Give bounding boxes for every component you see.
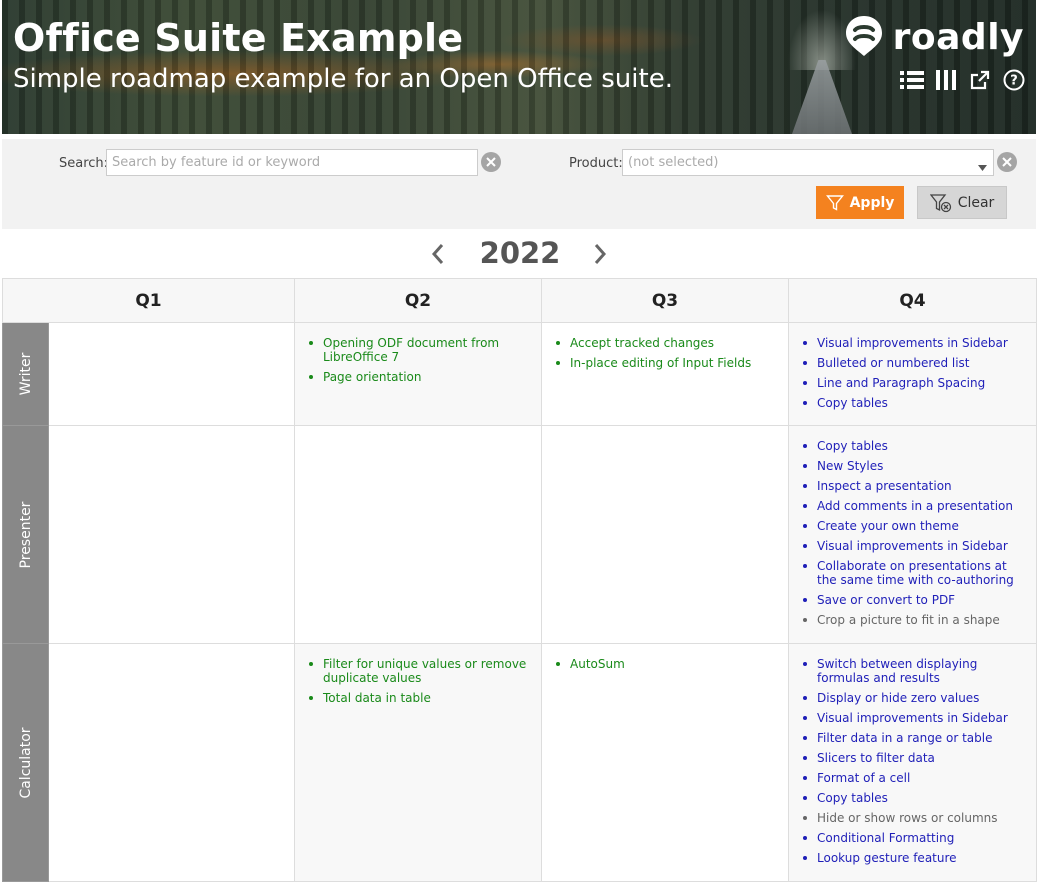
feature-item[interactable]: Inspect a presentation [803,479,1024,493]
roadmap-cell-q1 [48,643,295,882]
page-title: Office Suite Example [13,16,464,60]
header-banner: Office Suite Example Simple roadmap exam… [2,0,1036,134]
external-link-icon[interactable] [968,68,992,92]
dropdown-arrow-icon [978,160,987,175]
feature-item[interactable]: In-place editing of Input Fields [556,356,776,370]
feature-item[interactable]: Opening ODF document from LibreOffice 7 [309,336,529,364]
feature-item[interactable]: New Styles [803,459,1024,473]
feature-item[interactable]: Format of a cell [803,771,1024,785]
previous-year-button[interactable] [428,242,448,266]
search-label: Search: [59,156,109,171]
feature-item[interactable]: Switch between displaying formulas and r… [803,657,1024,685]
product-row-header: Calculator [2,643,49,882]
product-name-label: Presenter [17,501,34,568]
product-row-header: Presenter [2,425,49,644]
feature-item[interactable]: Create your own theme [803,519,1024,533]
feature-item[interactable]: Total data in table [309,691,529,705]
feature-item[interactable]: Visual improvements in Sidebar [803,539,1024,553]
feature-item[interactable]: AutoSum [556,657,776,671]
feature-item[interactable]: Lookup gesture feature [803,851,1024,865]
filter-icon [825,194,844,211]
feature-list: Copy tables New Styles Inspect a presentat… [789,426,1036,627]
apply-button-label: Apply [849,194,895,211]
clear-button[interactable]: Clear [917,186,1007,219]
year-navigation: 2022 [0,236,1038,276]
feature-list: Accept tracked changes In-place editing o… [542,323,788,370]
feature-item[interactable]: Filter for unique values or remove dupli… [309,657,529,685]
product-select[interactable]: (not selected) [622,149,994,176]
quarter-header-q2: Q2 [294,278,542,323]
feature-item[interactable]: Filter data in a range or table [803,731,1024,745]
product-row-header: Writer [2,322,49,426]
quarter-header-row: Q1 Q2 Q3 Q4 [2,278,1037,323]
quarter-header-q1: Q1 [2,278,295,323]
feature-item[interactable]: Accept tracked changes [556,336,776,350]
svg-text:?: ? [1010,74,1018,89]
close-icon [1002,157,1012,167]
feature-list: Visual improvements in Sidebar Bulleted o… [789,323,1036,410]
product-row-calculator: Calculator Filter for unique values or re… [2,643,1037,882]
roadmap-cell-q4: Switch between displaying formulas and r… [788,643,1037,882]
feature-item[interactable]: Collaborate on presentations at the same… [803,559,1024,587]
feature-list: Opening ODF document from LibreOffice 7 P… [295,323,541,384]
roadmap-cell-q4: Visual improvements in Sidebar Bulleted o… [788,322,1037,426]
chevron-right-icon [594,244,607,264]
roadmap-cell-q3: AutoSum [541,643,789,882]
feature-item[interactable]: Copy tables [803,791,1024,805]
year-label: 2022 [479,236,561,270]
feature-list: Filter for unique values or remove dupli… [295,644,541,705]
roadmap-cell-q3: Accept tracked changes In-place editing o… [541,322,789,426]
feature-item[interactable]: Save or convert to PDF [803,593,1024,607]
clear-product-button[interactable] [997,152,1017,172]
feature-item[interactable]: Display or hide zero values [803,691,1024,705]
filter-bar: Search: Search by feature id or keyword … [2,139,1036,229]
feature-item[interactable]: Conditional Formatting [803,831,1024,845]
search-input[interactable]: Search by feature id or keyword [106,149,478,176]
feature-item[interactable]: Add comments in a presentation [803,499,1024,513]
roadmap-cell-q1 [48,322,295,426]
roadly-logo-icon [841,12,887,62]
feature-list: AutoSum [542,644,788,671]
columns-view-icon[interactable] [934,68,958,92]
roadly-logo[interactable]: roadly [841,12,1024,62]
quarter-header-q3: Q3 [541,278,789,323]
feature-item[interactable]: Visual improvements in Sidebar [803,711,1024,725]
product-name-label: Calculator [17,726,34,799]
page-subtitle: Simple roadmap example for an Open Offic… [13,64,673,94]
feature-item[interactable]: Copy tables [803,396,1024,410]
list-view-icon[interactable] [900,68,924,92]
feature-item[interactable]: Copy tables [803,439,1024,453]
next-year-button[interactable] [590,242,610,266]
apply-button[interactable]: Apply [816,186,904,219]
roadmap-cell-q1 [48,425,295,644]
clear-filter-icon [929,193,951,212]
close-icon [486,157,496,167]
product-row-presenter: Presenter Copy tables New Styles Inspect a … [2,425,1037,644]
feature-item[interactable]: Page orientation [309,370,529,384]
feature-item[interactable]: Visual improvements in Sidebar [803,336,1024,350]
product-label: Product: [569,156,623,171]
roadmap-cell-q4: Copy tables New Styles Inspect a presentat… [788,425,1037,644]
roadmap-cell-q2: Opening ODF document from LibreOffice 7 P… [294,322,542,426]
roadmap-cell-q2: Filter for unique values or remove dupli… [294,643,542,882]
feature-item[interactable]: Line and Paragraph Spacing [803,376,1024,390]
roadly-logo-text: roadly [892,16,1024,58]
feature-item[interactable]: Bulleted or numbered list [803,356,1024,370]
feature-item[interactable]: Crop a picture to fit in a shape [803,613,1024,627]
quarter-header-q4: Q4 [788,278,1037,323]
clear-search-button[interactable] [481,152,501,172]
feature-list: Switch between displaying formulas and r… [789,644,1036,865]
help-icon[interactable]: ? [1002,68,1026,92]
view-toolbar: ? [900,68,1026,92]
feature-item[interactable]: Slicers to filter data [803,751,1024,765]
roadmap-cell-q3 [541,425,789,644]
product-select-value: (not selected) [628,155,719,170]
roadmap-cell-q2 [294,425,542,644]
feature-item[interactable]: Hide or show rows or columns [803,811,1024,825]
product-row-writer: Writer Opening ODF document from LibreOff… [2,322,1037,426]
clear-button-label: Clear [957,194,995,211]
chevron-left-icon [431,244,444,264]
product-name-label: Writer [17,352,34,396]
roadmap-grid: Q1 Q2 Q3 Q4 Writer Opening ODF document f… [2,278,1037,882]
